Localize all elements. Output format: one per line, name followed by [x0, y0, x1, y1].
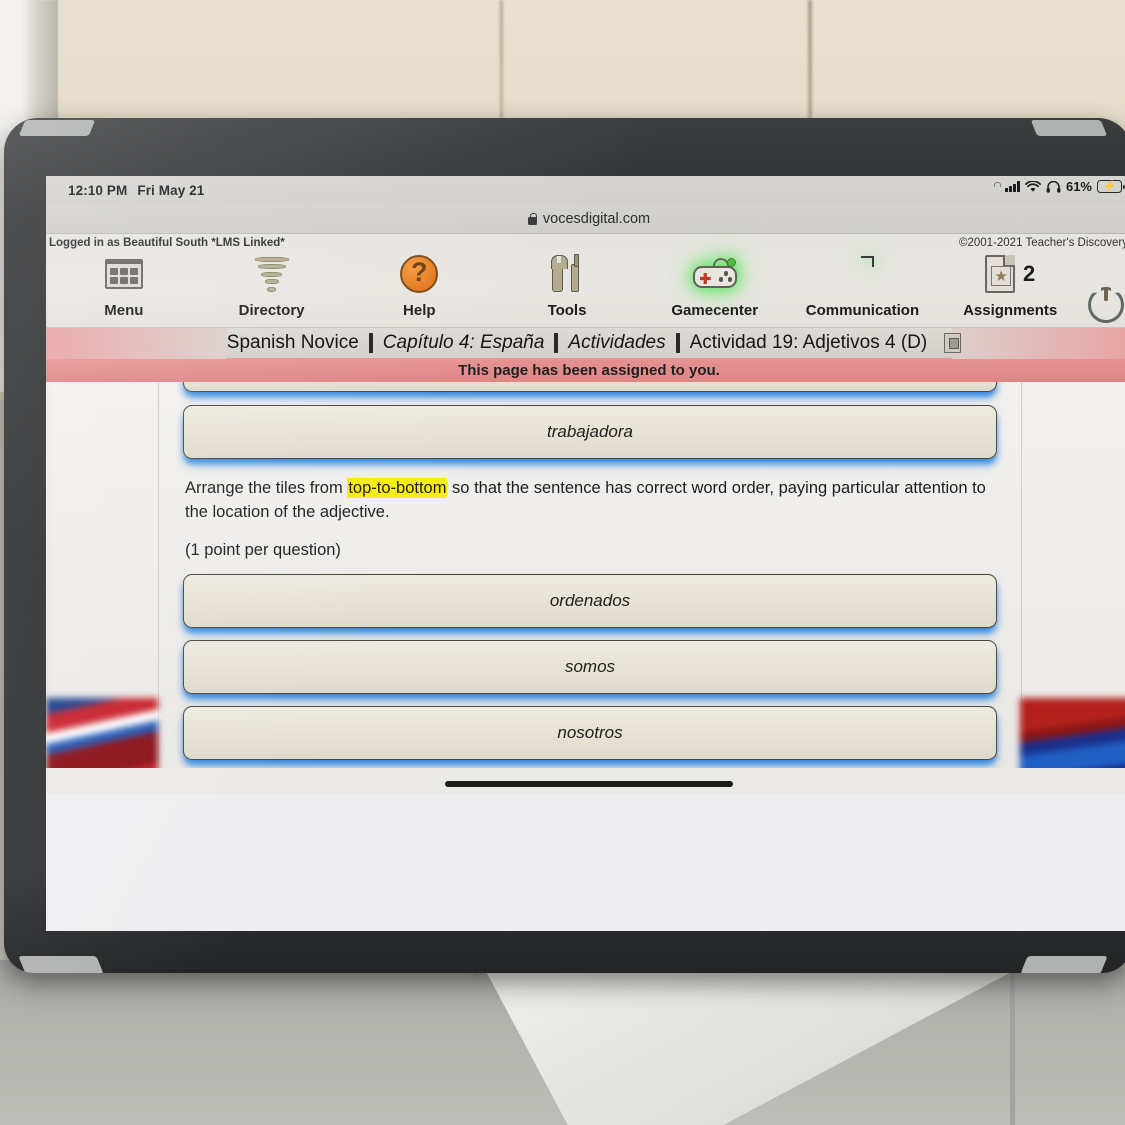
question-scroll-area[interactable]: trabajadora Arrange the tiles from top-t…	[159, 382, 1021, 794]
instruction-highlight: top-to-bottom	[347, 478, 448, 498]
word-tile-text: ordenados	[549, 590, 631, 610]
word-tile[interactable]	[183, 382, 997, 392]
toolbar-item-gamecenter[interactable]: Gamecenter	[641, 252, 789, 323]
ios-status-bar: 12:10 PM Fri May 21 61% ⚡	[46, 176, 1125, 204]
desk-edge-line	[1010, 960, 1015, 1125]
page-document-icon[interactable]	[944, 333, 962, 353]
word-tile-text: somos	[564, 656, 616, 676]
lock-icon	[992, 181, 1001, 192]
cellular-signal-icon	[1005, 181, 1020, 192]
word-tile[interactable]: ordenados	[183, 573, 997, 628]
grid-menu-icon	[104, 259, 143, 289]
assigned-banner: This page has been assigned to you.	[46, 358, 1125, 382]
logout-power-button[interactable]	[1084, 287, 1125, 323]
case-clip	[18, 956, 104, 973]
app-header: Logged in as Beautiful South *LMS Linked…	[46, 234, 1125, 327]
desk-surface	[0, 960, 1125, 1125]
toolbar-label-help: Help	[403, 302, 436, 319]
battery-charging-icon: ⚡	[1097, 180, 1125, 193]
logged-in-label: Logged in as Beautiful South *LMS Linked…	[49, 237, 285, 249]
breadcrumb-edge-left	[46, 328, 226, 359]
toolbar-item-directory[interactable]: Directory	[198, 252, 346, 323]
breadcrumb-item-activity[interactable]: Actividad 19: Adjetivos 4 (D)	[680, 332, 938, 354]
assignments-badge-count: 2	[1023, 261, 1036, 286]
status-bar-left: 12:10 PM Fri May 21	[68, 183, 204, 198]
status-time: 12:10 PM	[68, 182, 128, 198]
directory-layers-icon	[254, 255, 290, 293]
toolbar-item-assignments[interactable]: ★ 2 Assignments	[936, 252, 1084, 323]
wrench-screwdriver-icon	[547, 254, 587, 294]
case-clip	[1030, 120, 1108, 136]
tablet-screen: 12:10 PM Fri May 21 61% ⚡ vocesdigital.c…	[46, 176, 1125, 931]
toolbar-label-tools: Tools	[547, 302, 587, 319]
power-icon	[1088, 287, 1125, 323]
status-bar-right: 61% ⚡	[992, 179, 1125, 194]
toolbar-item-menu[interactable]: Menu	[50, 252, 198, 323]
home-indicator[interactable]	[445, 781, 733, 787]
tablet-device: 12:10 PM Fri May 21 61% ⚡ vocesdigital.c…	[4, 118, 1125, 973]
url-text: vocesdigital.com	[542, 210, 651, 227]
breadcrumb: Spanish Novice Capítulo 4: España Activi…	[46, 327, 1125, 359]
activity-content: trabajadora Arrange the tiles from top-t…	[46, 382, 1125, 794]
browser-url-bar[interactable]: vocesdigital.com	[46, 204, 1125, 234]
question-mark-icon: ?	[400, 255, 439, 293]
breadcrumb-item-chapter[interactable]: Capítulo 4: España	[373, 332, 555, 354]
toolbar-label-assignments: Assignments	[963, 302, 1058, 319]
desk-panel	[480, 960, 1125, 1125]
breadcrumb-item-activities[interactable]: Actividades	[558, 332, 675, 354]
word-tile[interactable]: somos	[183, 639, 997, 694]
case-clip	[1020, 956, 1108, 973]
copyright-label: ©2001-2021 Teacher's Discovery	[959, 237, 1125, 249]
word-tile[interactable]: nosotros	[183, 705, 997, 760]
toolbar-label-communication: Communication	[805, 302, 920, 319]
instruction-text-1: Arrange the tiles from top-to-bottom so …	[185, 477, 995, 525]
toolbar-item-communication[interactable]: Communication	[789, 252, 937, 323]
photo-scene: 12:10 PM Fri May 21 61% ⚡ vocesdigital.c…	[0, 0, 1125, 1125]
lock-icon	[527, 212, 538, 225]
status-date: Fri May 21	[137, 182, 205, 198]
toolbar-label-gamecenter: Gamecenter	[671, 302, 759, 319]
two-people-icon	[839, 256, 885, 292]
battery-percent-label: 61%	[1065, 179, 1092, 194]
document-star-icon: ★ 2	[985, 255, 1035, 293]
breadcrumb-edge-right	[952, 328, 1125, 359]
case-clip	[18, 120, 96, 136]
wifi-icon	[1025, 180, 1041, 192]
toolbar-item-help[interactable]: ? Help	[345, 252, 493, 323]
headphones-icon	[1046, 180, 1061, 193]
word-tile-text: nosotros	[557, 722, 623, 742]
points-note-1: (1 point per question)	[185, 540, 341, 559]
game-controller-icon	[691, 258, 739, 290]
toolbar-label-directory: Directory	[238, 302, 305, 319]
word-tile-text: trabajadora	[546, 422, 633, 441]
toolbar-item-tools[interactable]: Tools	[493, 252, 641, 323]
word-tile[interactable]: trabajadora	[183, 405, 997, 459]
instruction-part-a: Arrange the tiles from	[185, 479, 348, 497]
breadcrumb-item-course[interactable]: Spanish Novice	[217, 332, 369, 354]
breadcrumb-items: Spanish Novice Capítulo 4: España Activi…	[217, 332, 962, 354]
toolbar-label-menu: Menu	[104, 302, 144, 319]
